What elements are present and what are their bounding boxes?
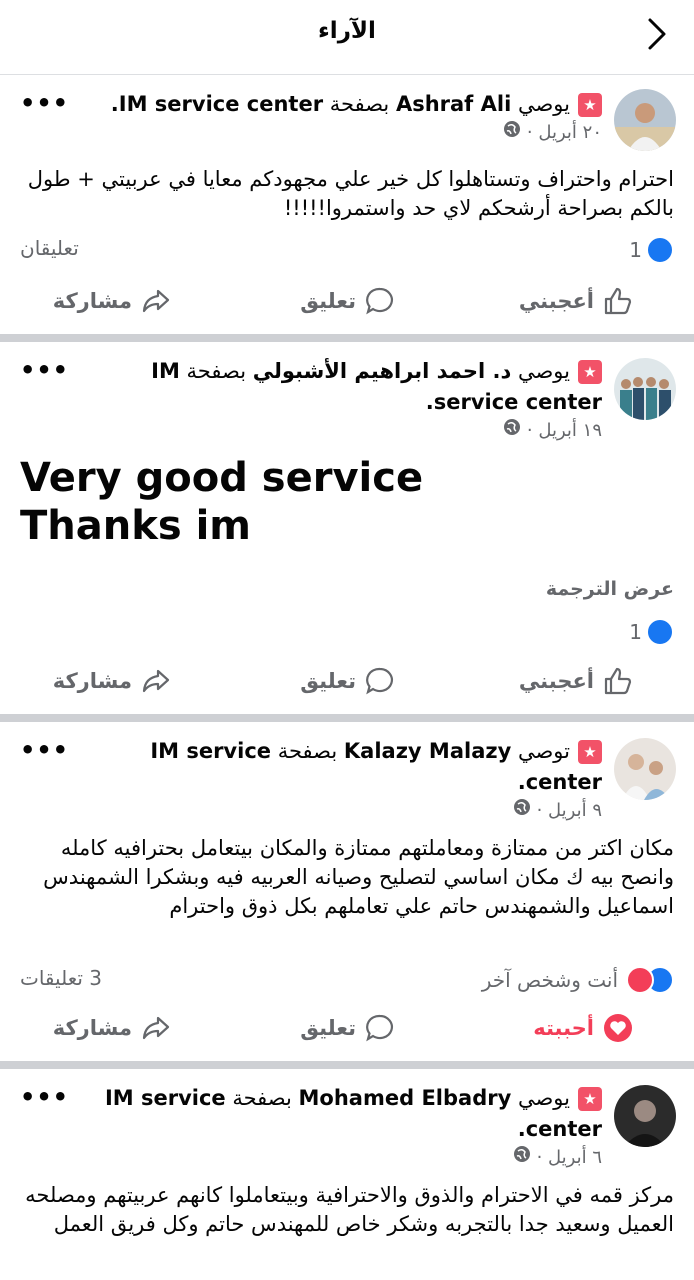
comment-button[interactable]: تعليق — [300, 665, 396, 697]
reaction-summary: 1 تعليقان — [20, 236, 674, 266]
review-post: ★توصي Kalazy Malazy بصفحة IM service cen… — [0, 722, 694, 1061]
author-name[interactable]: Ashraf Ali — [396, 92, 511, 116]
post-body: احترام واحتراف وتستاهلوا كل خير علي مجهو… — [27, 167, 674, 220]
thumbs-up-icon — [604, 667, 632, 695]
share-icon — [142, 669, 170, 693]
avatar[interactable] — [614, 89, 676, 151]
recommend-word: يوصي — [517, 92, 570, 116]
see-translation-link[interactable]: عرض الترجمة — [546, 578, 674, 600]
comment-button[interactable]: تعليق — [300, 1012, 396, 1044]
globe-icon — [513, 798, 531, 824]
post-date: ٦ أبريل · — [536, 1147, 602, 1168]
more-options-icon[interactable]: ••• — [20, 1083, 69, 1111]
reaction-summary: أنت وشخص آخر 3 تعليقات — [20, 966, 674, 996]
recommend-badge-icon: ★ — [578, 1087, 602, 1111]
post-separator — [0, 1061, 694, 1069]
post-meta: ١٩ أبريل · — [60, 418, 602, 444]
comments-count[interactable]: 3 تعليقات — [20, 966, 102, 990]
like-button[interactable]: أعجبني — [519, 665, 634, 697]
post-meta: ٩ أبريل · — [60, 798, 602, 824]
share-icon — [142, 1016, 170, 1040]
reaction-summary: 1 — [20, 618, 674, 648]
page-word: بصفحة — [329, 92, 390, 116]
comment-icon — [366, 667, 393, 695]
post-body: مركز قمه في الاحترام والذوق والاحترافية … — [25, 1183, 674, 1236]
reaction-count[interactable]: 1 — [629, 238, 642, 262]
comment-label: تعليق — [300, 289, 356, 313]
action-bar: أعجبني تعليق مشاركة — [0, 665, 694, 715]
share-button[interactable]: مشاركة — [53, 665, 172, 697]
like-label: أعجبني — [518, 669, 594, 693]
author-name[interactable]: Mohamed Elbadry — [299, 1086, 512, 1110]
more-options-icon[interactable]: ••• — [20, 89, 69, 117]
chevron-right-icon[interactable] — [640, 14, 674, 54]
comment-label: تعليق — [300, 669, 356, 693]
love-reaction-icon — [626, 966, 654, 994]
share-button[interactable]: مشاركة — [53, 285, 172, 317]
comments-count[interactable]: تعليقان — [20, 236, 79, 260]
page-name[interactable]: IM service center. — [111, 92, 323, 116]
recommend-badge-icon: ★ — [578, 740, 602, 764]
share-label: مشاركة — [52, 1016, 132, 1040]
love-label: أحببته — [533, 1016, 594, 1040]
more-options-icon[interactable]: ••• — [20, 356, 69, 384]
top-bar: الآراء — [0, 0, 694, 75]
heart-icon — [604, 1014, 632, 1042]
post-separator — [0, 714, 694, 722]
like-reaction-icon — [646, 618, 674, 646]
post-body-line: Thanks im — [20, 503, 251, 549]
page-word: بصفحة — [232, 1086, 292, 1110]
reactors-text[interactable]: أنت وشخص آخر — [482, 968, 618, 992]
post-date: ١٩ أبريل · — [526, 420, 602, 441]
post-date: ٢٠ أبريل · — [526, 122, 602, 143]
post-header: ★توصي Kalazy Malazy بصفحة IM service cen… — [60, 736, 602, 824]
globe-icon — [513, 1145, 531, 1171]
review-post: ★ يوصي Ashraf Ali بصفحة IM service center… — [0, 75, 694, 334]
recommend-badge-icon: ★ — [578, 93, 602, 117]
love-button[interactable]: أحببته — [533, 1012, 634, 1044]
post-header: ★ يوصي Ashraf Ali بصفحة IM service center… — [60, 89, 602, 146]
recommend-word: يوصي — [517, 1086, 570, 1110]
action-bar: أحببته تعليق مشاركة — [0, 1012, 694, 1062]
share-label: مشاركة — [52, 669, 132, 693]
like-label: أعجبني — [518, 289, 594, 313]
reaction-count[interactable]: 1 — [629, 620, 642, 644]
author-name[interactable]: د. احمد ابراهيم الأشبولي — [253, 359, 512, 383]
comment-button[interactable]: تعليق — [300, 285, 396, 317]
comment-icon — [366, 287, 393, 315]
page-word: بصفحة — [186, 359, 247, 383]
post-header: ★يوصي د. احمد ابراهيم الأشبولي بصفحة IM … — [60, 356, 602, 444]
recommend-badge-icon: ★ — [578, 360, 602, 384]
share-label: مشاركة — [52, 289, 132, 313]
post-body: مكان اكتر من ممتازة ومعاملتهم ممتازة وال… — [43, 836, 674, 918]
globe-icon — [503, 418, 521, 444]
share-icon — [142, 289, 170, 313]
author-name[interactable]: Kalazy Malazy — [344, 739, 511, 763]
post-separator — [0, 334, 694, 342]
globe-icon — [503, 120, 521, 146]
action-bar: أعجبني تعليق مشاركة — [0, 285, 694, 335]
avatar[interactable] — [614, 1085, 676, 1147]
recommend-word: يوصي — [517, 359, 570, 383]
like-button[interactable]: أعجبني — [519, 285, 634, 317]
post-header: ★يوصي Mohamed Elbadry بصفحة IM service c… — [60, 1083, 602, 1171]
more-options-icon[interactable]: ••• — [20, 736, 69, 764]
post-date: ٩ أبريل · — [536, 800, 602, 821]
post-body: Very good service Thanks im — [20, 454, 674, 550]
post-meta: ٢٠ أبريل · — [60, 120, 602, 146]
comment-icon — [366, 1014, 393, 1042]
review-post: ★يوصي د. احمد ابراهيم الأشبولي بصفحة IM … — [0, 342, 694, 714]
avatar[interactable] — [614, 358, 676, 420]
review-post: ★يوصي Mohamed Elbadry بصفحة IM service c… — [0, 1069, 694, 1280]
share-button[interactable]: مشاركة — [53, 1012, 172, 1044]
thumbs-up-icon — [604, 287, 632, 315]
like-reaction-icon — [646, 236, 674, 264]
post-meta: ٦ أبريل · — [60, 1145, 602, 1171]
comment-label: تعليق — [300, 1016, 356, 1040]
page-word: بصفحة — [277, 739, 338, 763]
avatar[interactable] — [614, 738, 676, 800]
recommend-word: توصي — [517, 739, 570, 763]
post-body-line: Very good service — [20, 455, 424, 501]
page-title: الآراء — [318, 18, 376, 44]
